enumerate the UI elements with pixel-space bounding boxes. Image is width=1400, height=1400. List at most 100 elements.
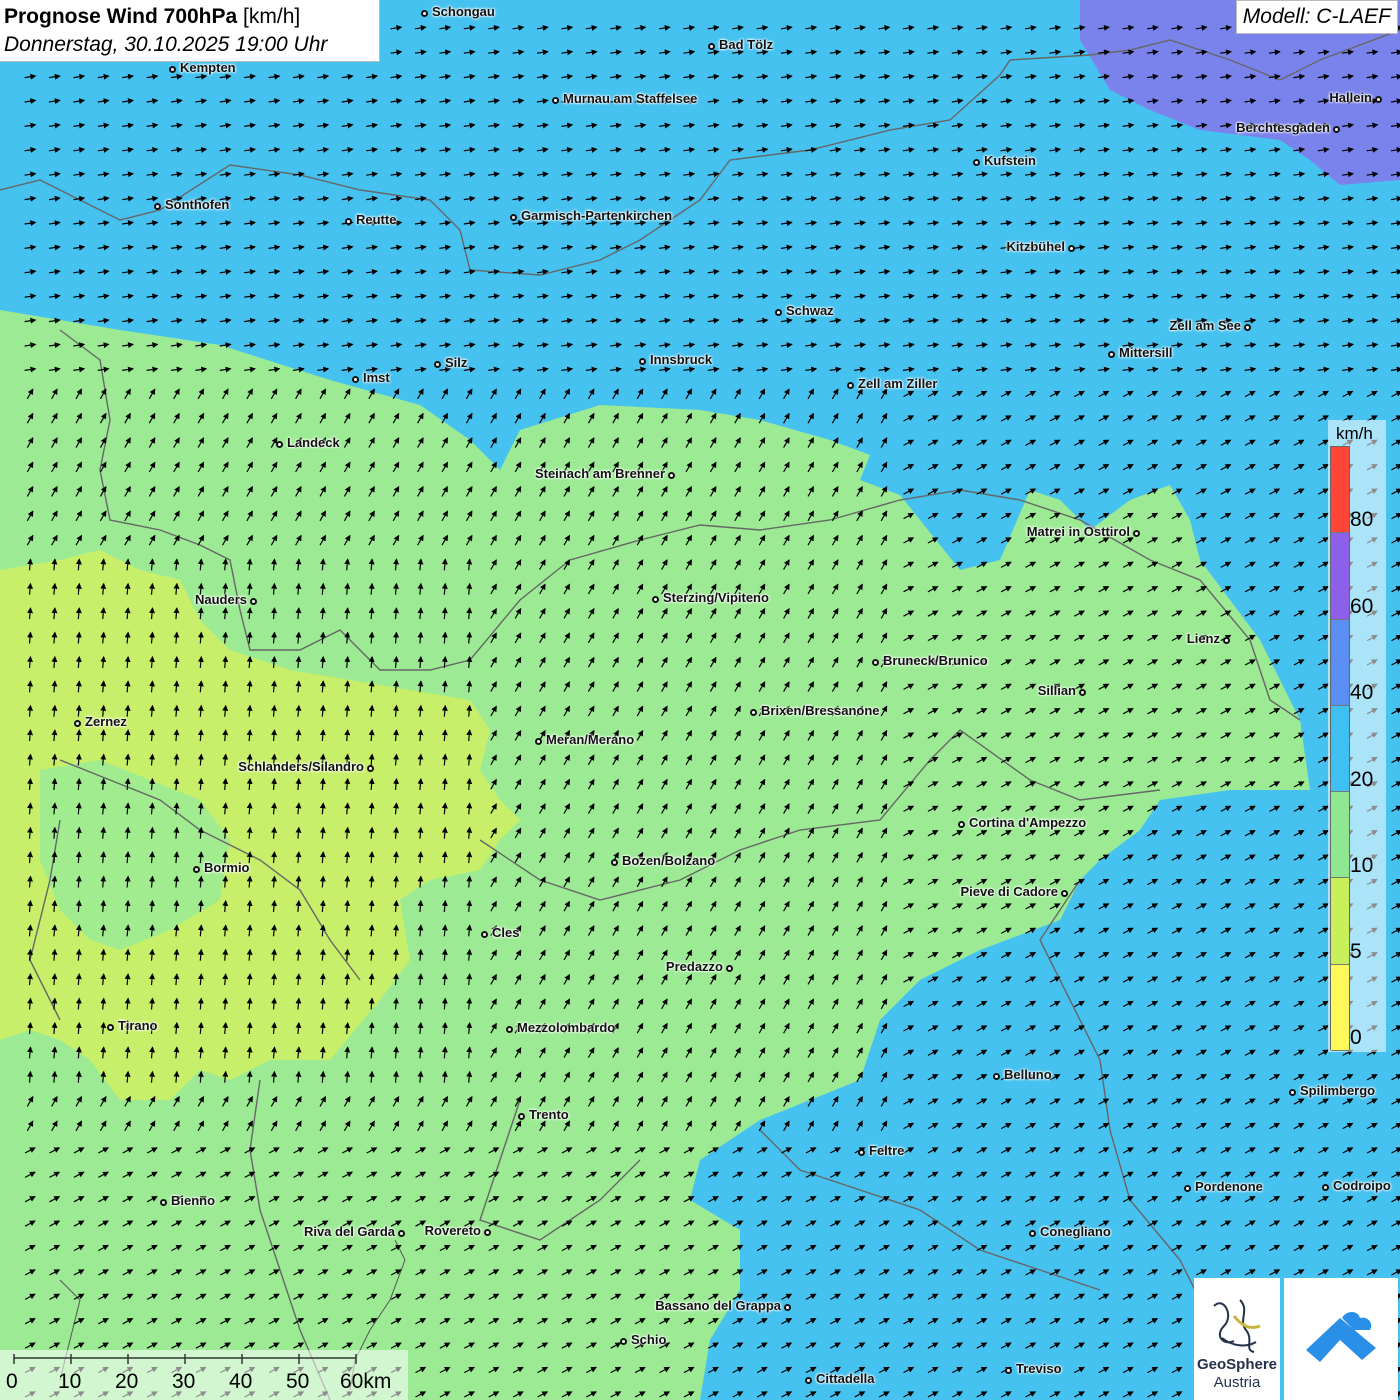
city-marker[interactable] (619, 1337, 627, 1345)
city-label: Bozen/Bolzano (622, 853, 716, 868)
city-marker[interactable] (480, 930, 488, 938)
city-marker[interactable] (551, 96, 559, 104)
city-marker[interactable] (871, 658, 879, 666)
city-label: Tirano (118, 1018, 158, 1033)
scale-label-30: 30 (172, 1370, 196, 1393)
city-label: Cortina d'Ampezzo (969, 815, 1087, 830)
city-marker[interactable] (857, 1148, 865, 1156)
city-marker[interactable] (159, 1198, 167, 1206)
city-marker[interactable] (1028, 1229, 1036, 1237)
city-marker[interactable] (774, 308, 782, 316)
city-label: Treviso (1016, 1361, 1062, 1376)
legend-tick-label: 80 (1350, 508, 1374, 531)
city-label: Pieve di Cadore (960, 884, 1058, 899)
city-marker[interactable] (344, 217, 352, 225)
city-marker[interactable] (651, 595, 659, 603)
city-marker[interactable] (972, 158, 980, 166)
city-label: Riva del Garda (303, 1224, 395, 1239)
city-label: Bienno (171, 1193, 216, 1208)
city-marker[interactable] (366, 764, 374, 772)
legend-colorbar (1330, 446, 1350, 1051)
city-label: Steinach am Brenner (534, 466, 665, 481)
city-marker[interactable] (846, 381, 854, 389)
city-marker[interactable] (1183, 1184, 1191, 1192)
legend-tick-label: 10 (1350, 854, 1374, 877)
city-marker[interactable] (992, 1072, 1000, 1080)
city-marker[interactable] (1243, 323, 1251, 331)
legend-tick-label: 40 (1350, 681, 1374, 704)
city-marker[interactable] (249, 597, 257, 605)
model-label: Modell: C-LAEF (1235, 0, 1398, 34)
city-label: Schio (631, 1332, 667, 1347)
city-label: Feltre (869, 1143, 905, 1158)
city-marker[interactable] (192, 865, 200, 873)
city-marker[interactable] (275, 440, 283, 448)
city-marker[interactable] (420, 9, 428, 17)
city-marker[interactable] (483, 1228, 491, 1236)
city-marker[interactable] (957, 820, 965, 828)
city-label: Berchtesgaden (1236, 120, 1330, 135)
legend-tick-label: 0 (1350, 1026, 1362, 1049)
city-label: Cittadella (816, 1371, 875, 1386)
city-label: Lienz (1186, 631, 1220, 646)
app-logo[interactable] (1284, 1278, 1398, 1400)
city-marker[interactable] (1321, 1183, 1329, 1191)
city-label: Kempten (180, 60, 236, 75)
city-marker[interactable] (1132, 529, 1140, 537)
city-marker[interactable] (509, 213, 517, 221)
city-label: Innsbruck (650, 352, 713, 367)
city-label: Conegliano (1040, 1224, 1111, 1239)
city-marker[interactable] (610, 858, 618, 866)
city-marker[interactable] (749, 708, 757, 716)
city-label: Kufstein (984, 153, 1036, 168)
legend-tick-label: 5 (1350, 940, 1362, 963)
city-label: Meran/Merano (546, 732, 635, 747)
city-marker[interactable] (1004, 1366, 1012, 1374)
city-label: Imst (363, 370, 390, 385)
city-marker[interactable] (397, 1229, 405, 1237)
city-label: Landeck (287, 435, 340, 450)
city-label: Garmisch-Partenkirchen (521, 208, 673, 223)
city-marker[interactable] (638, 357, 646, 365)
city-marker[interactable] (1060, 889, 1068, 897)
city-marker[interactable] (168, 65, 176, 73)
city-label: Sterzing/Vipiteno (663, 590, 769, 605)
city-marker[interactable] (1107, 350, 1115, 358)
city-marker[interactable] (1374, 95, 1382, 103)
cloud-arrow-icon (1306, 1312, 1376, 1362)
title-box: Prognose Wind 700hPa [km/h] Donnerstag, … (0, 0, 380, 62)
city-label: Codroipo (1333, 1178, 1391, 1193)
city-marker[interactable] (1078, 688, 1086, 696)
legend-swatch (1331, 878, 1349, 965)
city-label: Brixen/Bressanone (761, 703, 880, 718)
geosphere-name: GeoSphere (1196, 1356, 1278, 1373)
city-marker[interactable] (433, 360, 441, 368)
city-label: Sonthofen (165, 197, 230, 212)
city-marker[interactable] (106, 1023, 114, 1031)
city-marker[interactable] (534, 737, 542, 745)
city-marker[interactable] (517, 1112, 525, 1120)
title-unit: [km/h] (243, 5, 301, 28)
scale-label-50: 50 (286, 1370, 310, 1393)
geosphere-emblem-icon (1213, 1299, 1261, 1353)
city-marker[interactable] (1288, 1088, 1296, 1096)
city-marker[interactable] (153, 202, 161, 210)
city-marker[interactable] (73, 719, 81, 727)
city-marker[interactable] (1332, 125, 1340, 133)
city-label: Bruneck/Brunico (883, 653, 988, 668)
legend-swatch (1331, 447, 1349, 534)
city-marker[interactable] (505, 1025, 513, 1033)
city-marker[interactable] (351, 375, 359, 383)
city-marker[interactable] (707, 42, 715, 50)
geosphere-logo[interactable]: GeoSphere Austria (1194, 1278, 1280, 1400)
city-label: Schongau (432, 4, 495, 19)
city-marker[interactable] (725, 964, 733, 972)
city-marker[interactable] (667, 471, 675, 479)
legend-swatch (1331, 964, 1349, 1051)
city-marker[interactable] (1067, 244, 1075, 252)
city-label: Schwaz (786, 303, 834, 318)
city-marker[interactable] (1222, 636, 1230, 644)
city-marker[interactable] (783, 1303, 791, 1311)
city-label: Mezzolombardo (517, 1020, 616, 1035)
city-marker[interactable] (804, 1376, 812, 1384)
